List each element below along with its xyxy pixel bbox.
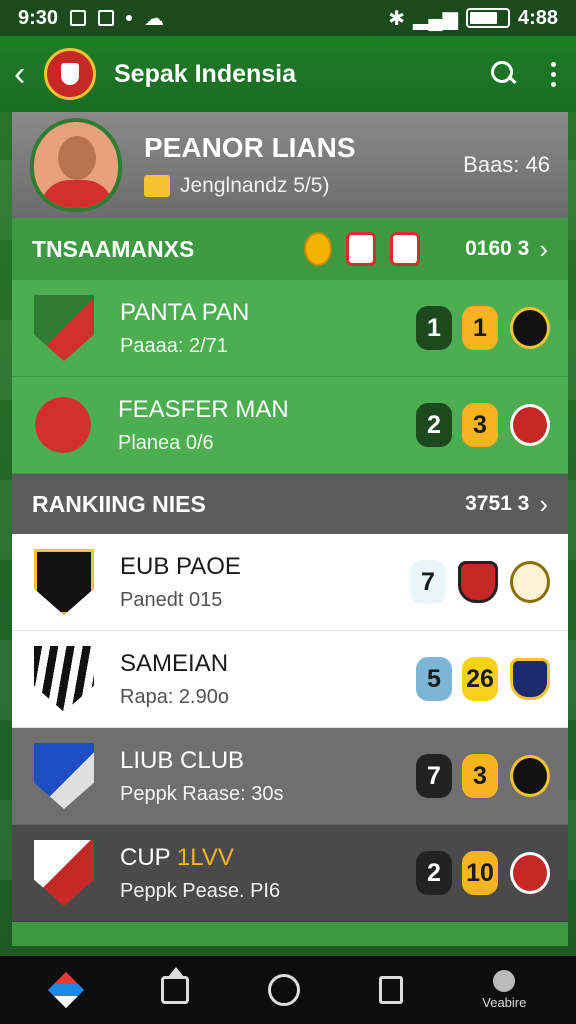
nav-square-icon[interactable] bbox=[379, 976, 404, 1004]
row-title: FEASFER MAN bbox=[118, 395, 289, 423]
row-subtitle: Planea 0/6 bbox=[118, 431, 214, 454]
back-arrow-icon[interactable]: ‹ bbox=[14, 55, 38, 94]
battery-icon bbox=[465, 8, 510, 28]
row-title: CUP bbox=[120, 843, 171, 871]
section-header-transfers[interactable]: TNSAAMANXS 0160 3 › bbox=[12, 218, 568, 280]
section-header-rankings[interactable]: RANKIING NIES 3751 3 › bbox=[12, 474, 568, 534]
main-content: PEANOR LIANS Jenglnandz 5/5) Baas: 46 TN… bbox=[12, 112, 568, 956]
player-name: PEANOR LIANS bbox=[144, 132, 356, 163]
row-title: EUB PAOE bbox=[120, 552, 241, 580]
row-subtitle: Paaaa: 2/71 bbox=[120, 334, 228, 357]
score-badge: 1 bbox=[462, 306, 498, 350]
app-bar: ‹ Sepak Indensia bbox=[0, 36, 576, 112]
trophy-crest-icon bbox=[390, 232, 421, 266]
nav-bulb-item[interactable]: Veabire bbox=[482, 970, 526, 1010]
list-item[interactable]: SAMEIAN Rapa: 2.90o 5 26 bbox=[12, 631, 568, 728]
score-badge: 3 bbox=[462, 754, 498, 798]
list-item[interactable]: EUB PAOE Panedt 015 7 bbox=[12, 534, 568, 631]
club-crest-icon bbox=[35, 397, 91, 453]
opponent-crest-icon bbox=[510, 404, 550, 446]
player-stat: Baas: 46 bbox=[463, 152, 550, 177]
row-title: PANTA PAN bbox=[120, 298, 250, 326]
opponent-crest-icon bbox=[510, 755, 550, 797]
club-crest-icon bbox=[34, 295, 94, 361]
status-bar: 9:30 ☁ ✱ ▂▄▆ 4:88 bbox=[0, 0, 576, 36]
club-crest-icon bbox=[34, 840, 94, 906]
row-title-accent: 1LVV bbox=[176, 843, 234, 871]
row-subtitle: Peppk Raase: 30s bbox=[120, 782, 284, 805]
dot-icon bbox=[126, 15, 133, 21]
section-count: 0160 3 bbox=[465, 237, 530, 260]
more-vert-icon[interactable] bbox=[551, 61, 556, 87]
opponent-crest-icon bbox=[510, 658, 550, 700]
list-item[interactable]: LIUB CLUB Peppk Raase: 30s 7 3 bbox=[12, 728, 568, 825]
row-subtitle: Rapa: 2.90o bbox=[120, 685, 229, 708]
player-subtitle: Jenglnandz 5/5) bbox=[180, 174, 330, 197]
opponent-crest-icon bbox=[510, 307, 550, 349]
bluetooth-icon: ✱ bbox=[388, 7, 406, 30]
opponent-crest-icon bbox=[510, 561, 550, 603]
section-title: TNSAAMANXS bbox=[32, 235, 195, 262]
score-badge: 1 bbox=[416, 306, 452, 350]
list-item[interactable]: PANTA PAN Paaaa: 2/71 1 1 bbox=[12, 280, 568, 377]
nav-home-icon[interactable] bbox=[160, 967, 189, 1004]
club-crest-icon bbox=[34, 549, 94, 615]
list-item-peek bbox=[12, 922, 568, 946]
row-subtitle: Panedt 015 bbox=[120, 588, 223, 611]
score-badge: 10 bbox=[462, 851, 498, 895]
club-shield-icon bbox=[458, 561, 498, 603]
opponent-crest-icon bbox=[510, 852, 550, 894]
score-badge: 3 bbox=[462, 403, 498, 447]
row-title: LIUB CLUB bbox=[120, 746, 245, 774]
notification-icon bbox=[70, 10, 87, 26]
player-avatar bbox=[30, 118, 122, 212]
signal-icon: ▂▄▆ bbox=[413, 7, 458, 30]
status-time: 9:30 bbox=[18, 6, 59, 29]
cloud-icon: ☁ bbox=[144, 7, 165, 30]
section-count: 3751 3 bbox=[465, 492, 530, 515]
score-badge: 26 bbox=[462, 657, 498, 701]
score-badge: 7 bbox=[416, 754, 452, 798]
bottom-nav-bar: Veabire bbox=[0, 956, 576, 1024]
club-crest-icon bbox=[34, 743, 94, 809]
score-badge: 2 bbox=[416, 403, 452, 447]
row-title: SAMEIAN bbox=[120, 649, 229, 677]
chevron-right-icon: › bbox=[539, 488, 548, 519]
club-crest-icon bbox=[34, 646, 94, 712]
chevron-right-icon: › bbox=[539, 233, 548, 264]
section-title: RANKIING NIES bbox=[32, 490, 206, 517]
club-logo bbox=[44, 48, 96, 100]
team-badge-icon bbox=[144, 175, 170, 197]
row-subtitle: Peppk Pease. PI6 bbox=[120, 879, 281, 902]
score-badge: 2 bbox=[416, 851, 452, 895]
player-card[interactable]: PEANOR LIANS Jenglnandz 5/5) Baas: 46 bbox=[12, 112, 568, 218]
crest-icon bbox=[346, 232, 377, 266]
score-badge: 7 bbox=[410, 560, 446, 604]
gold-coin-icon bbox=[304, 232, 333, 266]
status-right-time: 4:88 bbox=[517, 6, 558, 29]
nav-label: Veabire bbox=[482, 995, 527, 1010]
score-badge: 5 bbox=[416, 657, 452, 701]
image-icon bbox=[98, 10, 115, 26]
nav-app-icon[interactable] bbox=[47, 971, 84, 1009]
list-item[interactable]: FEASFER MAN Planea 0/6 2 3 bbox=[12, 377, 568, 474]
app-title: Sepak Indensia bbox=[114, 59, 297, 88]
list-item[interactable]: CUP 1LVV Peppk Pease. PI6 2 10 bbox=[12, 825, 568, 922]
search-icon[interactable] bbox=[491, 61, 517, 87]
bulb-icon bbox=[493, 970, 516, 992]
nav-circle-icon[interactable] bbox=[267, 974, 300, 1006]
